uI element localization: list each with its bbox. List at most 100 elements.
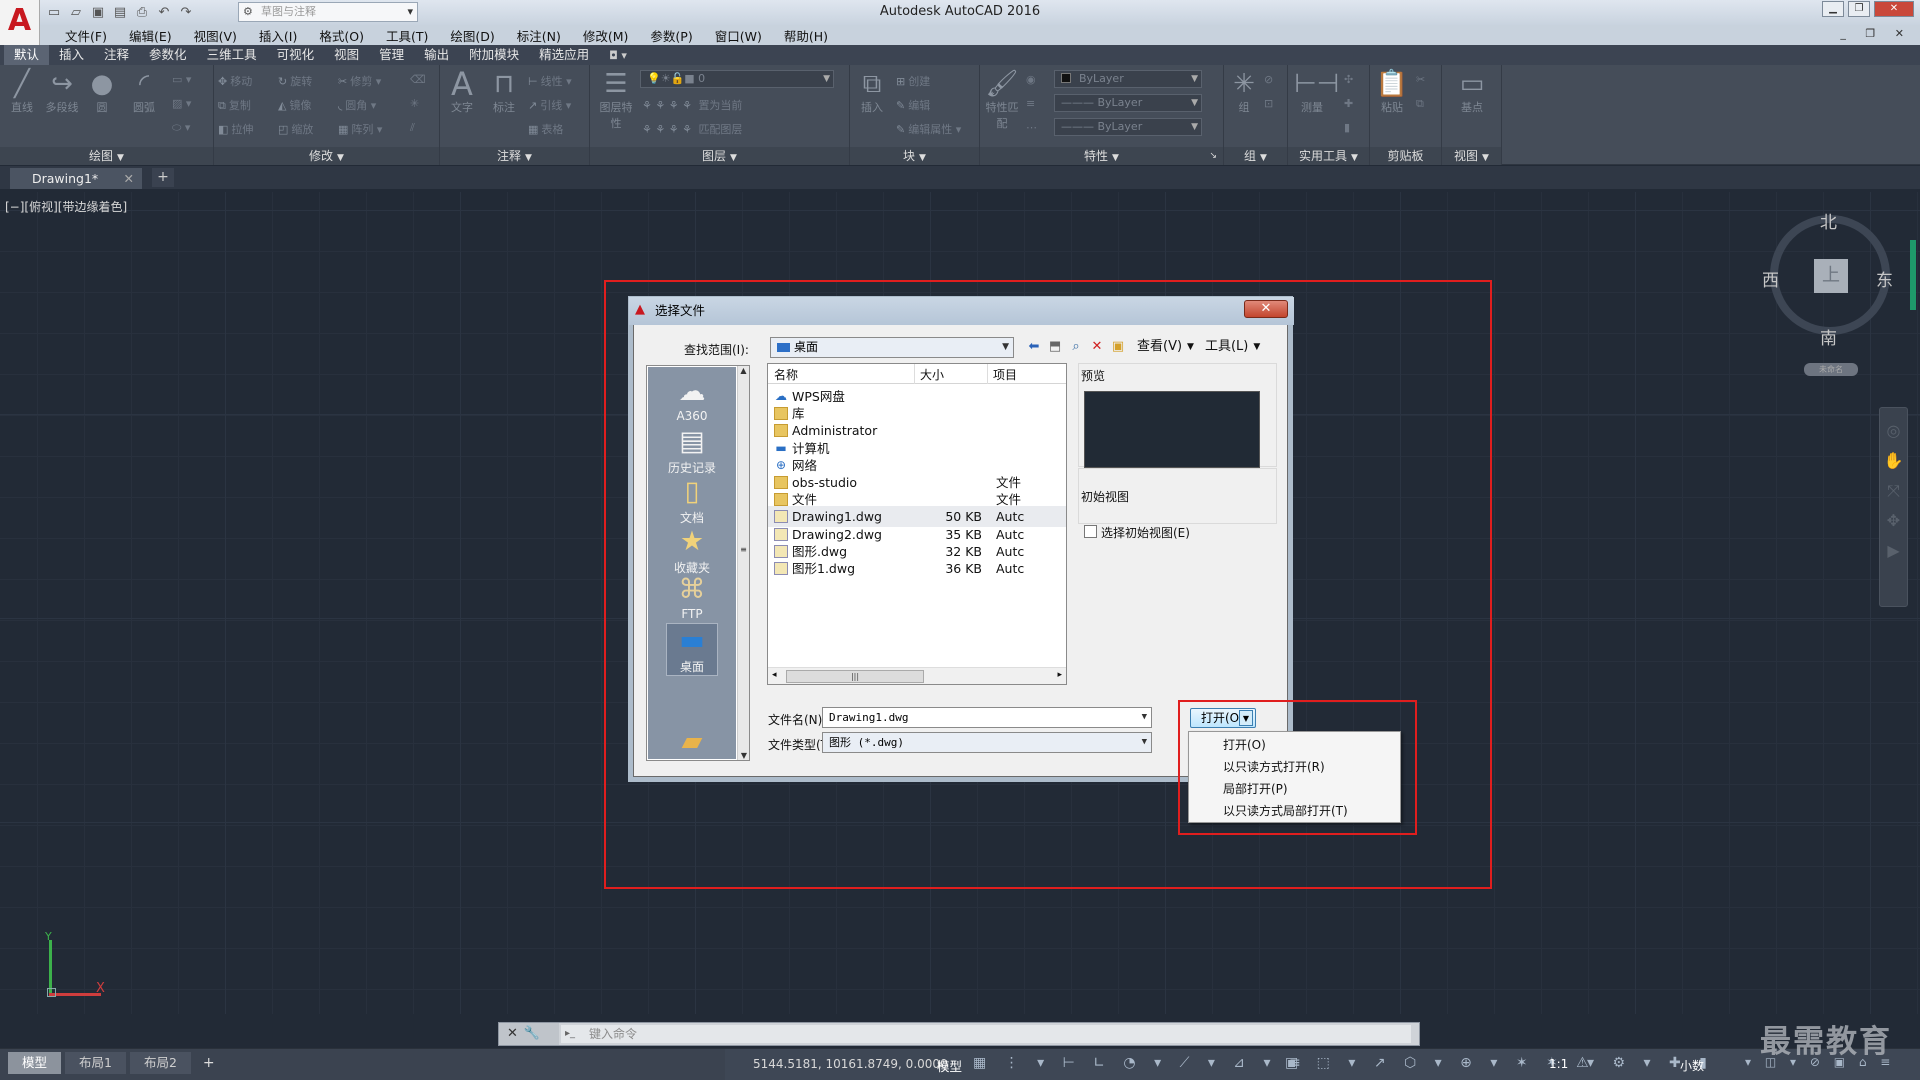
panel-groups-title[interactable]: 组 ▼ [1224,147,1287,165]
rotate-tool[interactable]: ↻ 旋转 [278,73,312,89]
mdi-controls[interactable]: _ ❐ ✕ [1840,27,1912,40]
viewcube-south[interactable]: 南 [1820,324,1837,349]
tab-visualize[interactable]: 可视化 [267,45,325,65]
copy-clip-icon[interactable]: ⧉ [1416,97,1424,111]
scroll-right-icon[interactable]: ▸ [1057,670,1062,680]
add-layout-button[interactable]: + [195,1052,223,1074]
menu-view[interactable]: 视图(V) [183,26,248,45]
place-favorites[interactable]: ★ 收藏夹 [648,525,736,576]
hatch-icon[interactable]: ▨ ▾ [172,97,191,110]
menu-tools[interactable]: 工具(T) [375,26,439,45]
new-tab-button[interactable]: + [152,168,174,187]
hscroll-thumb[interactable]: ||| [786,670,924,683]
place-ftp[interactable]: ⌘ FTP [648,573,736,621]
explode-icon[interactable]: ✳ [410,97,419,110]
new-folder-icon[interactable]: ▣ [1110,338,1126,356]
point-icon[interactable]: ✣ [1344,73,1353,86]
cut-icon[interactable]: ✂ [1416,73,1425,86]
menu-window[interactable]: 窗口(W) [704,26,773,45]
lineweight-dropdown[interactable]: ——— ByLayer ▼ [1054,94,1202,112]
tools-chevron-icon[interactable]: ▼ [1253,338,1260,356]
id-point-icon[interactable]: ✚ [1344,97,1353,110]
move-tool[interactable]: ✥ 移动 [218,73,252,89]
model-space-button[interactable]: 模型 [937,1056,962,1075]
search-web-icon[interactable]: ⌕ [1068,338,1084,356]
close-button[interactable]: ✕ [1874,1,1914,17]
menu-help[interactable]: 帮助(H) [773,26,839,45]
tab-annotate[interactable]: 注释 [94,45,139,65]
edit-attribute-tool[interactable]: ✎ 编辑属性 ▾ [896,121,961,137]
line-tool[interactable]: ╱ 直线 [4,69,40,115]
ungroup-icon[interactable]: ⊘ [1264,73,1273,86]
menu-edit[interactable]: 编辑(E) [118,26,183,45]
menu-insert[interactable]: 插入(I) [248,26,308,45]
offset-icon[interactable]: ⫽ [410,121,415,135]
orbit-icon[interactable]: ✥ [1880,506,1907,536]
tab-drawing1[interactable]: Drawing1* ✕ [10,168,142,189]
panel-draw-title[interactable]: 绘图 ▼ [0,147,213,165]
mirror-tool[interactable]: ◭ 镜像 [278,97,311,113]
panel-utilities-title[interactable]: 实用工具 ▼ [1288,147,1369,165]
place-buzzsaw[interactable]: ▰ [648,725,736,759]
up-folder-icon[interactable]: ⬒ [1047,338,1063,356]
fillet-tool[interactable]: ◟ 圆角 ▾ [338,97,376,113]
units-dropdown[interactable]: 小数 [1680,1057,1704,1074]
column-name[interactable]: 名称 [774,366,798,383]
menu-draw[interactable]: 绘图(D) [439,26,505,45]
views-menu[interactable]: 查看(V) [1137,338,1182,356]
place-desktop[interactable]: ▬ 桌面 [666,623,718,676]
file-type-dropdown[interactable]: 图形 (*.dwg) ▼ [822,732,1152,753]
tab-addins[interactable]: 附加模块 [459,45,529,65]
rectangle-icon[interactable]: ▭ ▾ [172,73,191,86]
tab-insert[interactable]: 插入 [49,45,94,65]
layer-dropdown[interactable]: 💡☀🔓■ 0 ▼ [640,70,834,88]
annotation-scale[interactable]: 1:1 [1549,1057,1568,1071]
look-in-dropdown[interactable]: 桌面 ▼ [770,337,1014,358]
command-input[interactable]: ▸_ 键入命令 [561,1025,1411,1043]
viewcube[interactable]: 上 [1770,215,1890,335]
dialog-close-button[interactable]: ✕ [1244,300,1288,318]
column-divider[interactable] [987,364,988,384]
tab-view[interactable]: 视图 [324,45,369,65]
column-size[interactable]: 大小 [920,366,944,383]
views-chevron-icon[interactable]: ▼ [1187,338,1194,356]
steering-wheel-icon[interactable]: ◎ [1880,416,1907,446]
layer-tools-row1[interactable]: ⚘ ⚘ ⚘ ⚘ 置为当前 [642,97,742,113]
close-tab-icon[interactable]: ✕ [124,168,134,189]
viewcube-top-face[interactable]: 上 [1814,259,1848,293]
menu-file[interactable]: 文件(F) [54,26,118,45]
match-properties-tool[interactable]: 🖌 特性匹配 [984,69,1020,131]
circle-tool[interactable]: ● 圆 [84,69,120,115]
copy-tool[interactable]: ⧉ 复制 [218,97,251,113]
menu-format[interactable]: 格式(O) [308,26,375,45]
dimension-tool[interactable]: ⊓ 标注 [486,69,522,115]
tab-layout1[interactable]: 布局1 [65,1052,126,1074]
select-initial-view-checkbox[interactable] [1084,525,1097,538]
ellipse-icon[interactable]: ⬭ ▾ [172,121,190,135]
linear-tool[interactable]: ⊢ 线性 ▾ [528,73,572,89]
delete-icon[interactable]: ✕ [1089,338,1105,356]
wcs-menu[interactable]: 未命名 [1804,363,1858,376]
showmotion-icon[interactable]: ▶ [1880,536,1907,566]
file-list-hscrollbar[interactable]: ◂ ||| ▸ [768,667,1066,684]
pan-icon[interactable]: ✋ [1880,446,1907,476]
coordinate-readout[interactable]: 5144.5181, 10161.8749, 0.0000 [753,1057,948,1071]
text-tool[interactable]: A 文字 [444,68,480,115]
file-name-input[interactable]: Drawing1.dwg ▼ [822,707,1152,728]
viewport-controls-label[interactable]: [−][俯视][带边缘着色] [5,198,127,215]
trim-tool[interactable]: ✂ 修剪 ▾ [338,73,381,89]
viewcube-west[interactable]: 西 [1762,266,1779,291]
back-icon[interactable]: ⬅ [1026,338,1042,356]
menu-modify[interactable]: 修改(M) [572,26,640,45]
column-type[interactable]: 项目 [993,366,1017,383]
array-tool[interactable]: ▦ 阵列 ▾ [338,121,382,137]
zoom-extents-icon[interactable]: ⤧ [1880,476,1907,506]
place-documents[interactable]: ▯ 文档 [648,475,736,526]
tools-menu[interactable]: 工具(L) [1205,338,1248,356]
tab-manage[interactable]: 管理 [369,45,414,65]
layer-tools-row2[interactable]: ⚘ ⚘ ⚘ ⚘ 匹配图层 [642,121,742,137]
column-divider[interactable] [914,364,915,384]
minimize-button[interactable]: ▁ [1822,1,1844,17]
maximize-button[interactable]: ❐ [1848,1,1870,17]
create-block-tool[interactable]: ⊞ 创建 [896,73,930,89]
